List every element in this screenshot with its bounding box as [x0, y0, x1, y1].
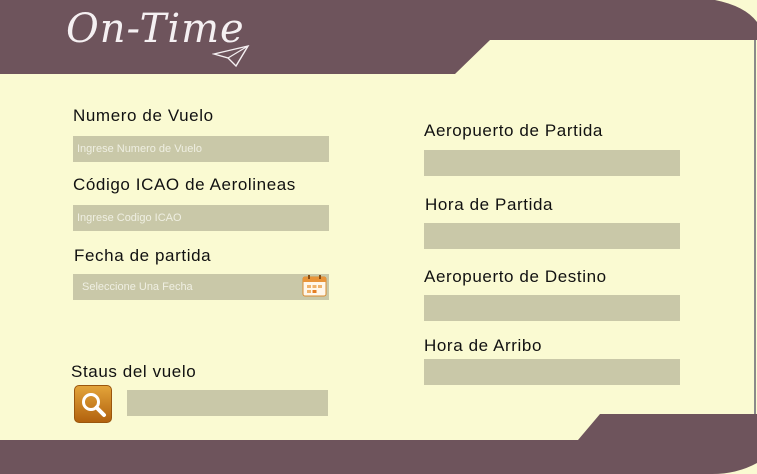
arrival-time-field[interactable]	[424, 359, 680, 385]
calendar-icon[interactable]	[302, 275, 327, 297]
icao-code-label: Código ICAO de Aerolineas	[73, 175, 296, 194]
flight-number-label: Numero de Vuelo	[73, 106, 214, 125]
departure-airport-label: Aeropuerto de Partida	[424, 121, 603, 140]
departure-airport-field[interactable]	[424, 150, 680, 176]
arrival-airport-label: Aeropuerto de Destino	[424, 267, 607, 286]
departure-date-label: Fecha de partida	[74, 246, 212, 265]
search-icon	[82, 393, 106, 417]
arrival-time-label: Hora de Arribo	[424, 336, 543, 355]
departure-time-field[interactable]	[424, 223, 680, 249]
search-button[interactable]	[74, 385, 112, 423]
icao-code-input[interactable]	[73, 205, 329, 231]
paper-plane-icon	[212, 44, 250, 68]
flight-status-field[interactable]	[127, 390, 328, 416]
departure-date-input[interactable]	[73, 274, 329, 300]
departure-time-label: Hora de Partida	[425, 195, 554, 214]
flight-status-label: Staus del vuelo	[71, 362, 197, 381]
flight-number-input[interactable]	[73, 136, 329, 162]
arrival-airport-field[interactable]	[424, 295, 680, 321]
